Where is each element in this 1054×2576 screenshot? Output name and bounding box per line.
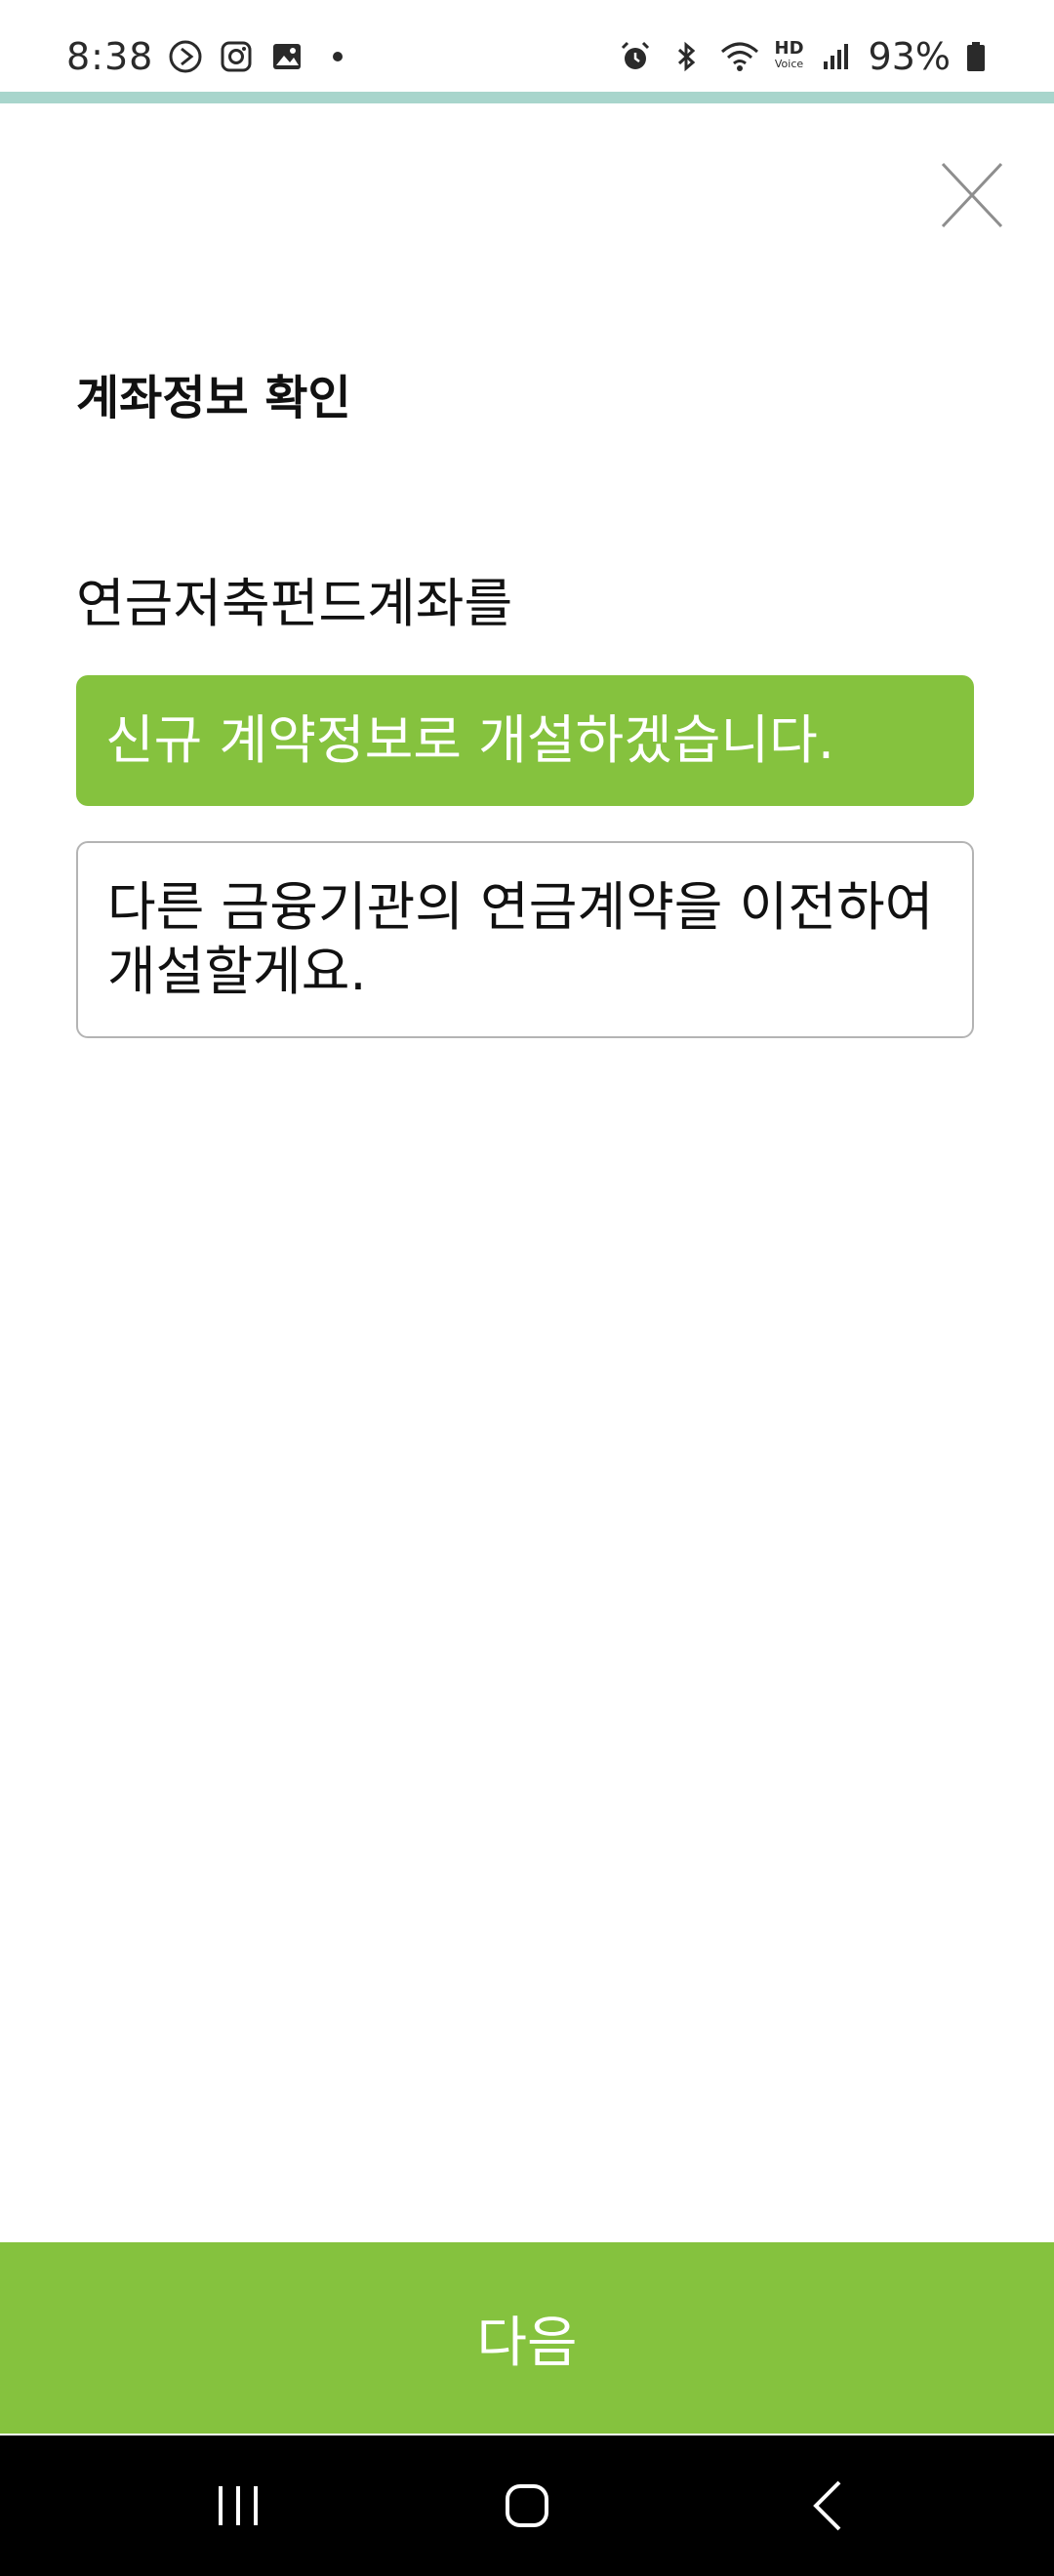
- nav-bar: [0, 2435, 1054, 2576]
- screen: 8:38 HD Voice 93% 계좌정보 확인 연금저축펀드계좌를 신규 계…: [0, 0, 1054, 2576]
- next-button[interactable]: 다음: [0, 2242, 1054, 2434]
- gallery-icon: [273, 44, 302, 69]
- option-label: 신규 계약정보로 개설하겠습니다.: [105, 709, 835, 771]
- wifi-icon: [720, 42, 758, 71]
- hd-voice-icon: HD Voice: [774, 38, 804, 72]
- option-new-contract[interactable]: 신규 계약정보로 개설하겠습니다.: [76, 675, 974, 806]
- close-icon[interactable]: [939, 156, 1005, 234]
- option-transfer-contract[interactable]: 다른 금융기관의 연금계약을 이전하여 개설할게요.: [76, 841, 974, 1038]
- bluetooth-icon: [677, 41, 695, 72]
- option-label: 다른 금융기관의 연금계약을 이전하여 개설할게요.: [107, 876, 934, 1002]
- progress-fill: [0, 92, 1054, 103]
- notification-dot-icon: [333, 52, 344, 61]
- hd-label: HD: [774, 38, 804, 59]
- page-title: 계좌정보 확인: [76, 371, 351, 425]
- status-left: 8:38: [66, 27, 356, 86]
- question-text: 연금저축펀드계좌를: [76, 573, 513, 634]
- battery-icon: [967, 42, 985, 71]
- recent-apps-icon[interactable]: [199, 2467, 277, 2545]
- status-right: HD Voice 93%: [617, 27, 988, 86]
- media-play-icon: [169, 40, 202, 73]
- alarm-icon: [621, 41, 649, 69]
- status-time: 8:38: [66, 35, 154, 78]
- home-icon[interactable]: [488, 2467, 566, 2545]
- signal-icon: [823, 44, 848, 69]
- status-bar: 8:38 HD Voice 93%: [0, 0, 1054, 92]
- instagram-icon: [221, 41, 252, 72]
- progress-bar: [0, 92, 1054, 103]
- back-icon[interactable]: [789, 2467, 867, 2545]
- voice-label: Voice: [774, 58, 804, 70]
- battery-percent: 93%: [868, 35, 951, 78]
